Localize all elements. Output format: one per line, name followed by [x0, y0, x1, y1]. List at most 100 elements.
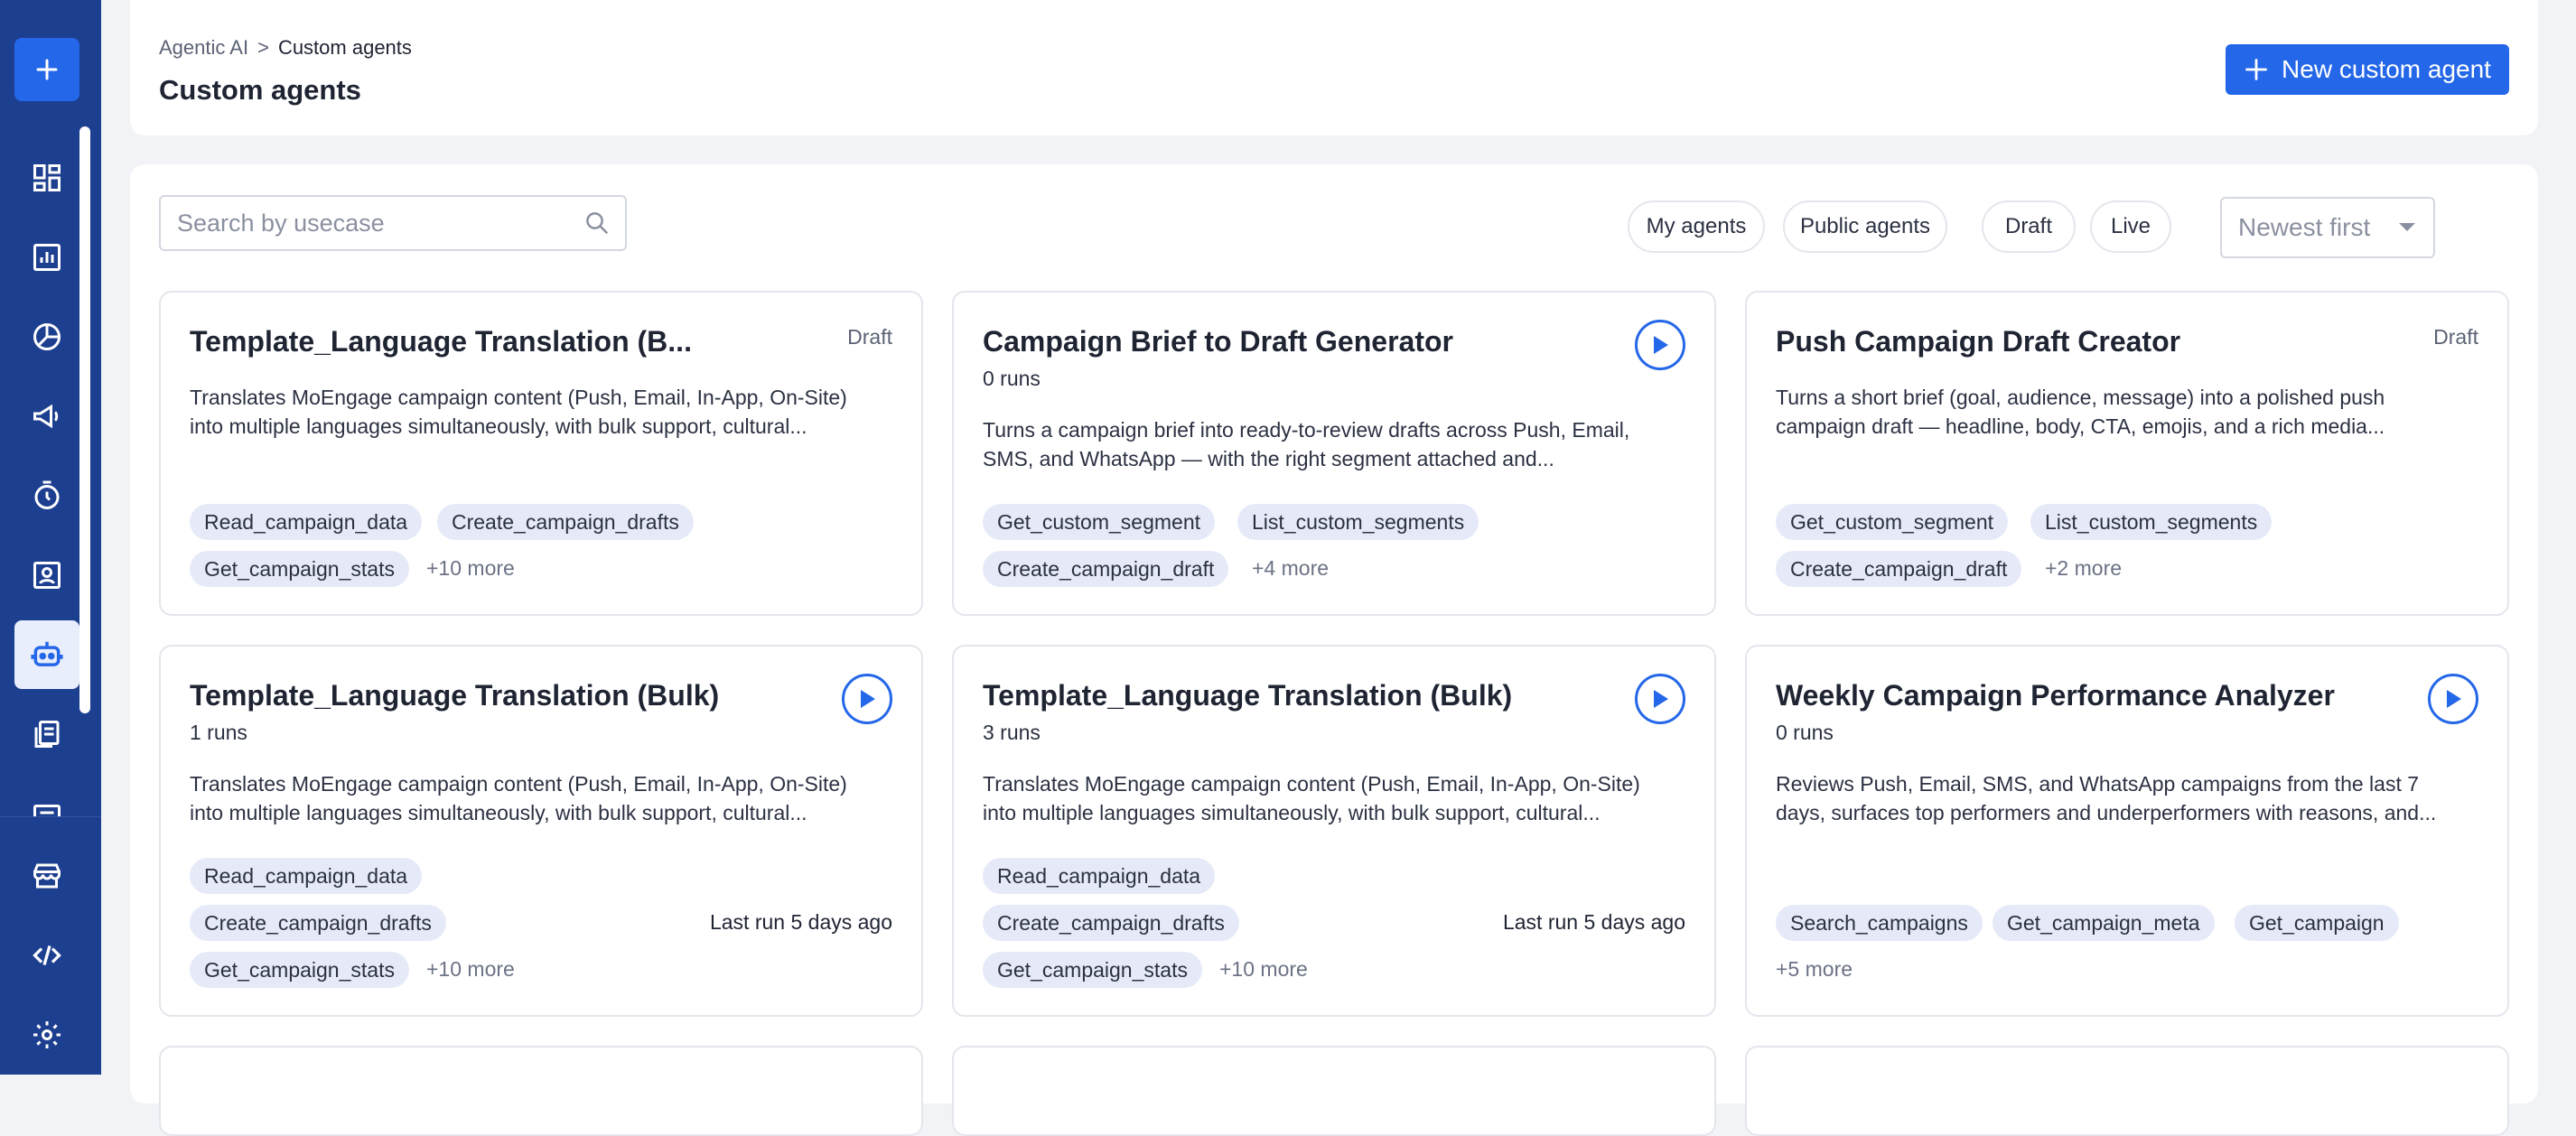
agent-title[interactable]: Template_Language Translation (Bulk): [190, 679, 719, 712]
sidebar-item-dashboard[interactable]: [20, 151, 74, 205]
sidebar-item-users[interactable]: [20, 548, 74, 602]
agent-description: Reviews Push, Email, SMS, and WhatsApp c…: [1776, 769, 2478, 827]
agent-description-line: campaign draft — headline, body, CTA, em…: [1776, 414, 2385, 438]
tool-tag: Create_campaign_drafts: [190, 905, 446, 941]
sort-dropdown[interactable]: Newest first: [2220, 197, 2435, 258]
tool-tag: Get_custom_segment: [1776, 504, 2009, 540]
tool-tag: List_custom_segments: [2030, 504, 2273, 540]
agent-title[interactable]: Push Campaign Draft Creator: [1776, 325, 2180, 358]
run-count: 0 runs: [1776, 721, 1834, 744]
create-button[interactable]: [14, 38, 79, 101]
agent-description: Turns a campaign brief into ready-to-rev…: [983, 415, 1685, 473]
chevron-down-icon: [2399, 223, 2415, 231]
status-badge: Draft: [847, 325, 892, 349]
more-tags-link[interactable]: +4 more: [1252, 556, 1329, 581]
tool-tag: Get_custom_segment: [983, 504, 1216, 540]
sidebar-item-settings[interactable]: [20, 1008, 74, 1062]
tool-tag: Get_campaign_stats: [190, 952, 409, 988]
sidebar-item-campaigns[interactable]: [20, 389, 74, 443]
agent-description-line: into multiple languages simultaneously, …: [190, 414, 807, 438]
sidebar-item-documents[interactable]: [20, 707, 74, 761]
more-tags-link[interactable]: +5 more: [1776, 957, 1853, 982]
user-card-icon: [33, 562, 61, 589]
segment-icon: [33, 323, 61, 350]
agent-description: Turns a short brief (goal, audience, mes…: [1776, 383, 2478, 441]
filter-live[interactable]: Live: [2090, 200, 2171, 253]
agent-card[interactable]: [952, 1046, 1716, 1136]
more-tags-link[interactable]: +2 more: [2045, 556, 2122, 581]
sidebar-item-timer[interactable]: [20, 469, 74, 523]
run-agent-button[interactable]: [1635, 674, 1685, 724]
sidebar-divider: [0, 816, 101, 817]
agent-title[interactable]: Weekly Campaign Performance Analyzer: [1776, 679, 2335, 712]
sidebar-item-store[interactable]: [20, 849, 74, 903]
agent-card[interactable]: Weekly Campaign Performance Analyzer 0 r…: [1745, 645, 2509, 1017]
agent-description: Translates MoEngage campaign content (Pu…: [983, 769, 1685, 827]
agent-card[interactable]: Campaign Brief to Draft Generator 0 runs…: [952, 291, 1716, 616]
agent-description-line: SMS, and WhatsApp — with the right segme…: [983, 447, 1554, 470]
sidebar-item-developer[interactable]: [20, 928, 74, 982]
timer-icon: [34, 480, 60, 509]
new-custom-agent-button[interactable]: New custom agent: [2226, 44, 2509, 95]
agent-card[interactable]: [159, 1046, 923, 1136]
filter-draft[interactable]: Draft: [1982, 200, 2076, 253]
agent-description: Translates MoEngage campaign content (Pu…: [190, 383, 892, 441]
agent-description-line: Translates MoEngage campaign content (Pu…: [983, 772, 1640, 796]
plus-icon: [2245, 59, 2267, 80]
tool-tag: Read_campaign_data: [983, 858, 1216, 894]
agent-card[interactable]: Template_Language Translation (Bulk) 3 r…: [952, 645, 1716, 1017]
more-tags-link[interactable]: +10 more: [1219, 957, 1308, 982]
breadcrumb-current: Custom agents: [277, 36, 412, 59]
agent-description-line: into multiple languages simultaneously, …: [983, 801, 1601, 824]
tool-tag: Get_campaign_meta: [1993, 905, 2215, 941]
agent-title[interactable]: Campaign Brief to Draft Generator: [983, 325, 1453, 358]
more-tags-link[interactable]: +10 more: [426, 957, 515, 982]
play-icon: [1654, 336, 1668, 354]
filter-public-agents[interactable]: Public agents: [1783, 200, 1947, 253]
sort-selected-value: Newest first: [2238, 213, 2371, 241]
run-agent-button[interactable]: [842, 674, 892, 724]
agent-description-line: Turns a campaign brief into ready-to-rev…: [983, 418, 1630, 442]
tool-tag: Get_campaign_stats: [190, 551, 409, 587]
agent-description: Translates MoEngage campaign content (Pu…: [190, 769, 892, 827]
filter-my-agents[interactable]: My agents: [1628, 200, 1765, 253]
run-count: 3 runs: [983, 721, 1041, 744]
sidebar-item-segments[interactable]: [20, 310, 74, 364]
sidebar-scrollbar[interactable]: [79, 126, 90, 713]
gear-icon: [33, 1021, 61, 1048]
sidebar-nav: [0, 0, 101, 1075]
page-header: Agentic AI > Custom agents Custom agents…: [130, 0, 2538, 135]
sidebar-item-analytics[interactable]: [20, 230, 74, 284]
tool-tag: Search_campaigns: [1776, 905, 1983, 941]
partial-icon: [33, 805, 61, 816]
tool-tag: Create_campaign_drafts: [983, 905, 1239, 941]
more-tags-link[interactable]: +10 more: [426, 556, 515, 581]
code-icon: [33, 945, 61, 965]
agent-card[interactable]: [1745, 1046, 2509, 1136]
run-agent-button[interactable]: [1635, 320, 1685, 370]
dashboard-icon: [33, 164, 61, 191]
tool-tag: Create_campaign_draft: [1776, 551, 2022, 587]
play-icon: [861, 690, 875, 708]
sidebar-item-agents[interactable]: [14, 620, 79, 689]
last-run-text: Last run 5 days ago: [709, 910, 892, 934]
agent-card[interactable]: Template_Language Translation (B... Draf…: [159, 291, 923, 616]
breadcrumb-parent[interactable]: Agentic AI: [159, 36, 248, 60]
agent-card[interactable]: Push Campaign Draft Creator Draft Turns …: [1745, 291, 2509, 616]
status-badge: Draft: [2433, 325, 2478, 349]
agent-description-line: Translates MoEngage campaign content (Pu…: [190, 386, 847, 409]
search-icon[interactable]: [583, 210, 611, 237]
run-count: 0 runs: [983, 367, 1041, 390]
agent-card[interactable]: Template_Language Translation (Bulk) 1 r…: [159, 645, 923, 1017]
play-icon: [1654, 690, 1668, 708]
breadcrumb-separator: >: [257, 36, 269, 59]
run-agent-button[interactable]: [2428, 674, 2478, 724]
agent-title[interactable]: Template_Language Translation (B...: [190, 325, 692, 358]
search-field[interactable]: [159, 195, 627, 251]
tool-tag: Read_campaign_data: [190, 858, 423, 894]
search-input[interactable]: [175, 208, 583, 238]
tool-tag: Get_campaign: [2235, 905, 2399, 941]
agent-title[interactable]: Template_Language Translation (Bulk): [983, 679, 1512, 712]
sidebar-item-partial[interactable]: [20, 786, 74, 816]
tool-tag: Read_campaign_data: [190, 504, 423, 540]
